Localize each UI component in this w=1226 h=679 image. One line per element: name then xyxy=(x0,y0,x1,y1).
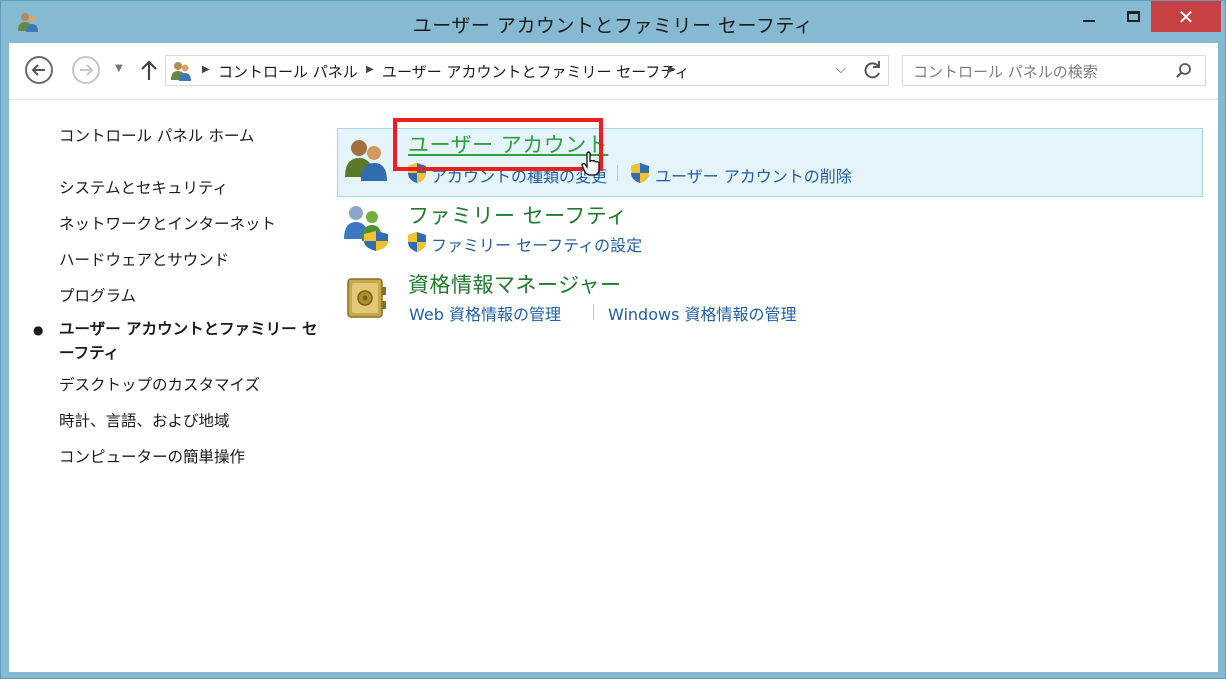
link-family-safety-settings[interactable]: ファミリー セーフティの設定 xyxy=(431,232,642,256)
sidebar-item-programs[interactable]: プログラム xyxy=(59,284,136,306)
sidebar-item-label: ユーザー アカウントとファミリー セ xyxy=(59,320,318,338)
chevron-down-icon[interactable]: ⌵ xyxy=(836,62,846,77)
link-divider xyxy=(617,165,618,181)
breadcrumb-control-panel[interactable]: コントロール パネル xyxy=(218,61,358,82)
sidebar-item-label-continued: ーフティ xyxy=(59,344,120,362)
arrow-right-icon xyxy=(80,64,94,76)
recent-locations-button[interactable]: ▼ xyxy=(115,63,123,74)
minimize-button[interactable] xyxy=(1067,1,1111,32)
sidebar-item-ease-of-access[interactable]: コンピューターの簡単操作 xyxy=(59,445,245,467)
link-manage-web-credentials[interactable]: Web 資格情報の管理 xyxy=(409,301,561,325)
sidebar-item-clock-language[interactable]: 時計、言語、および地域 xyxy=(59,409,230,431)
back-button[interactable] xyxy=(25,56,53,84)
search-placeholder: コントロール パネルの検索 xyxy=(913,63,1098,81)
category-title-family-safety[interactable]: ファミリー セーフティ xyxy=(408,200,628,230)
refresh-icon[interactable] xyxy=(862,59,884,81)
active-item-bullet: ● xyxy=(33,323,44,337)
family-safety-category-icon[interactable] xyxy=(342,203,390,251)
link-manage-windows-credentials[interactable]: Windows 資格情報の管理 xyxy=(608,301,797,325)
close-button[interactable]: ✕ xyxy=(1151,1,1221,32)
forward-button[interactable] xyxy=(72,56,100,84)
navigation-bar: ▼ ▶ コントロール パネル ▶ ユーザー アカウントとファミリー セーフティ … xyxy=(9,43,1218,100)
close-icon: ✕ xyxy=(1177,4,1195,29)
breadcrumb-separator-icon[interactable]: ▶ xyxy=(668,64,676,75)
sidebar-item-hardware-sound[interactable]: ハードウェアとサウンド xyxy=(59,248,229,270)
annotation-highlight-box xyxy=(393,118,603,171)
link-divider xyxy=(593,304,594,320)
minimize-icon xyxy=(1083,19,1095,22)
sidebar-item-user-accounts[interactable]: ユーザー アカウントとファミリー セ ーフティ xyxy=(59,317,317,365)
sidebar-item-network[interactable]: ネットワークとインターネット xyxy=(59,212,276,234)
sidebar-item-control-panel-home[interactable]: コントロール パネル ホーム xyxy=(59,124,254,146)
link-delete-user-account[interactable]: ユーザー アカウントの削除 xyxy=(655,163,852,187)
breadcrumb-separator-icon[interactable]: ▶ xyxy=(366,64,374,75)
uac-shield-icon xyxy=(631,163,649,183)
window: ユーザー アカウントとファミリー セーフティ ✕ ▼ ▶ コントロール パネル … xyxy=(0,0,1226,679)
breadcrumb-separator-icon[interactable]: ▶ xyxy=(202,64,210,75)
credential-manager-category-icon[interactable] xyxy=(342,273,390,321)
address-bar[interactable]: ▶ コントロール パネル ▶ ユーザー アカウントとファミリー セーフティ ▶ … xyxy=(165,55,889,86)
user-accounts-icon xyxy=(171,62,191,81)
search-icon[interactable] xyxy=(1175,62,1193,80)
sidebar-item-appearance[interactable]: デスクトップのカスタマイズ xyxy=(59,373,260,395)
client-area: ▼ ▶ コントロール パネル ▶ ユーザー アカウントとファミリー セーフティ … xyxy=(9,43,1218,672)
title-bar[interactable]: ユーザー アカウントとファミリー セーフティ ✕ xyxy=(1,1,1225,43)
search-input[interactable]: コントロール パネルの検索 xyxy=(902,55,1206,86)
window-title: ユーザー アカウントとファミリー セーフティ xyxy=(412,15,814,37)
breadcrumb-user-accounts[interactable]: ユーザー アカウントとファミリー セーフティ xyxy=(382,61,689,82)
hand-cursor-icon xyxy=(581,151,600,176)
user-accounts-category-icon[interactable] xyxy=(342,135,390,183)
maximize-icon xyxy=(1126,11,1140,22)
maximize-button[interactable] xyxy=(1111,1,1155,32)
arrow-left-icon xyxy=(31,64,45,76)
up-arrow-icon[interactable] xyxy=(139,56,159,84)
sidebar-item-system-security[interactable]: システムとセキュリティ xyxy=(59,176,228,198)
uac-shield-icon xyxy=(408,232,426,252)
category-title-credential-manager[interactable]: 資格情報マネージャー xyxy=(408,269,622,299)
